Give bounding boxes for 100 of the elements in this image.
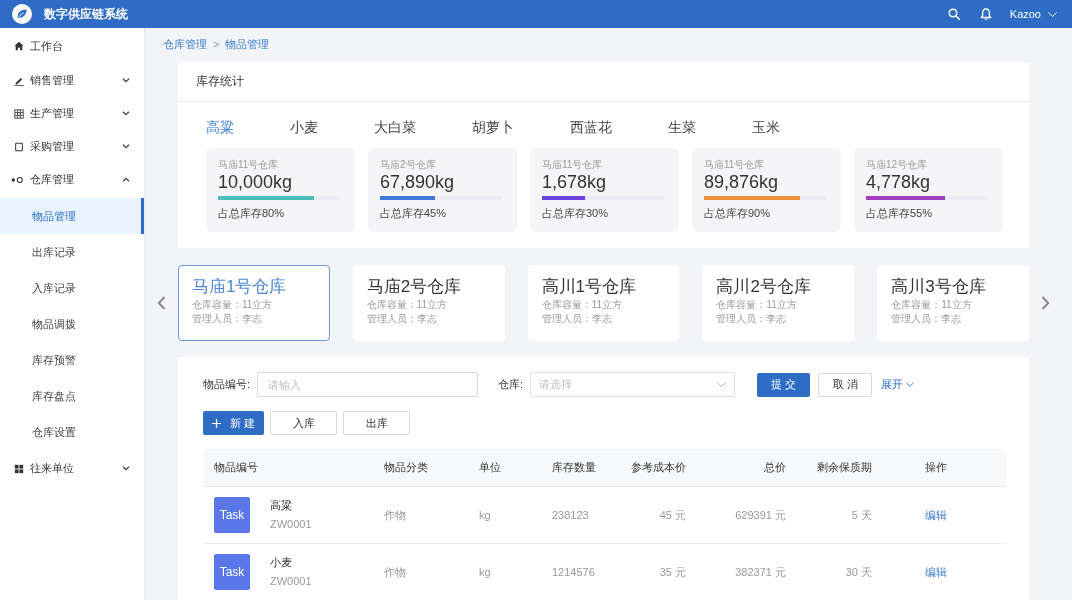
warehouse-card[interactable]: 高川1号仓库 仓库容量：11立方 管理人员：李志 xyxy=(527,265,680,341)
warehouse-name: 马庙2号仓库 xyxy=(366,276,463,298)
cancel-button[interactable]: 取 消 xyxy=(818,372,873,397)
warehouse-capacity: 仓库容量：11立方 xyxy=(192,298,274,312)
chevron-down-icon xyxy=(1048,11,1057,17)
stock-amount: 67,890kg xyxy=(380,171,456,193)
item-name: 高粱 xyxy=(270,499,293,512)
logo-icon xyxy=(12,4,32,24)
warehouse-manager: 管理人员：李志 xyxy=(891,312,963,326)
table-cell: 1214576 xyxy=(552,566,595,578)
table-cell: 30 天 xyxy=(845,565,872,578)
sidebar-item[interactable]: 仓库管理 xyxy=(0,163,144,196)
warehouse-name: 马庙1号仓库 xyxy=(192,276,288,298)
warehouse-card[interactable]: 马庙1号仓库 仓库容量：11立方 管理人员：李志 xyxy=(178,265,330,341)
warehouse-name: 高川3号仓库 xyxy=(891,276,987,298)
submenu-item[interactable]: 库存盘点 xyxy=(0,378,144,414)
warehouse-name: 高川1号仓库 xyxy=(541,276,638,298)
submenu-item[interactable]: 出库记录 xyxy=(0,234,144,270)
crop-tab[interactable]: 高粱 xyxy=(206,118,234,136)
warehouse-name: 高川2号仓库 xyxy=(716,276,812,298)
submenu-item[interactable]: 物品管理 xyxy=(0,198,144,234)
home-icon xyxy=(14,41,24,51)
table-cell: 5 天 xyxy=(851,508,872,521)
submenu-item[interactable]: 仓库设置 xyxy=(0,414,144,450)
warehouse-manager: 管理人员：李志 xyxy=(192,312,263,326)
item-code: ZW0001 xyxy=(270,575,312,588)
edit-link[interactable]: 编辑 xyxy=(925,508,947,521)
warehouse-card[interactable]: 高川2号仓库 仓库容量：11立方 管理人员：李志 xyxy=(702,265,855,341)
column-header: 单位 xyxy=(468,449,541,487)
breadcrumb-link[interactable]: 仓库管理 xyxy=(163,38,207,50)
field-label: 仓库: xyxy=(498,377,524,392)
warehouse-manager: 管理人员：李志 xyxy=(541,312,613,326)
warehouse-label: 马庙11号仓库 xyxy=(218,158,280,171)
column-header: 物品分类 xyxy=(373,449,468,487)
stock-amount: 4,778kg xyxy=(866,171,932,193)
sidebar-item[interactable]: 生产管理 xyxy=(0,97,144,130)
warehouse-label: 马庙12号仓库 xyxy=(866,158,929,171)
pen-icon xyxy=(14,75,24,86)
new-button[interactable]: 新 建 xyxy=(203,411,264,435)
warehouse-label: 马庙2号仓库 xyxy=(380,158,437,171)
stock-share: 占总库存55% xyxy=(866,206,934,220)
breadcrumb-separator: > xyxy=(213,38,220,50)
table-cell: 作物 xyxy=(384,508,406,521)
sidebar-item[interactable]: 往来单位 xyxy=(0,452,144,485)
warehouse-label: 马庙11号仓库 xyxy=(704,158,766,171)
app-title: 数字供应链系统 xyxy=(44,5,128,23)
crop-tab[interactable]: 小麦 xyxy=(290,118,318,136)
table-icon xyxy=(14,108,24,119)
stock-share: 占总库存90% xyxy=(704,206,772,220)
crop-tab[interactable]: 生菜 xyxy=(668,118,696,136)
crop-tab[interactable]: 西蓝花 xyxy=(570,118,612,136)
expand-link[interactable]: 展开 xyxy=(881,377,915,392)
crop-tab[interactable]: 大白菜 xyxy=(374,118,416,136)
crop-tab[interactable]: 玉米 xyxy=(752,118,780,136)
dot-circle-icon xyxy=(11,175,24,184)
table-cell: 238123 xyxy=(552,509,589,521)
crop-tab[interactable]: 胡萝卜 xyxy=(472,118,514,136)
breadcrumb-link[interactable]: 物品管理 xyxy=(225,38,270,50)
action-button[interactable]: 出库 xyxy=(343,411,410,435)
column-header: 总价 xyxy=(697,449,797,487)
chevron-down-icon xyxy=(906,382,915,387)
action-button[interactable]: 入库 xyxy=(270,411,337,435)
chevron-left-icon[interactable] xyxy=(157,296,166,310)
stock-amount: 89,876kg xyxy=(704,171,780,193)
field-label: 物品编号: xyxy=(203,377,251,392)
warehouse-capacity: 仓库容量：11立方 xyxy=(891,298,973,312)
item-tag: Task xyxy=(214,554,250,590)
submenu-item[interactable]: 库存预警 xyxy=(0,342,144,378)
bell-icon[interactable] xyxy=(979,8,992,20)
warehouse-card[interactable]: 高川3号仓库 仓库容量：11立方 管理人员：李志 xyxy=(877,265,1029,341)
sidebar-item[interactable]: 工作台 xyxy=(0,28,144,64)
warehouse-manager: 管理人员：李志 xyxy=(366,312,438,326)
grid-icon xyxy=(14,463,24,474)
table-cell: 629391 元 xyxy=(735,508,786,521)
search-icon[interactable] xyxy=(947,8,960,20)
table-cell: 45 元 xyxy=(659,508,686,521)
sidebar-item[interactable]: 销售管理 xyxy=(0,64,144,97)
warehouse-label: 马庙11号仓库 xyxy=(542,158,604,171)
panel-title: 库存统计 xyxy=(196,73,244,90)
column-header: 参考成本价 xyxy=(610,449,697,487)
item-name: 小麦 xyxy=(270,556,293,569)
submenu-item[interactable]: 入库记录 xyxy=(0,270,144,306)
plus-icon xyxy=(211,418,221,428)
submit-button[interactable]: 提 交 xyxy=(757,372,811,397)
warehouse-capacity: 仓库容量：11立方 xyxy=(541,298,623,312)
chevron-right-icon[interactable] xyxy=(1041,296,1050,310)
stock-amount: 1,678kg xyxy=(542,171,608,193)
edit-link[interactable]: 编辑 xyxy=(925,565,947,578)
warehouse-capacity: 仓库容量：11立方 xyxy=(716,298,798,312)
warehouse-manager: 管理人员：李志 xyxy=(716,312,788,326)
table-cell: kg xyxy=(479,566,491,578)
warehouse-card[interactable]: 马庙2号仓库 仓库容量：11立方 管理人员：李志 xyxy=(352,265,505,341)
submenu-item[interactable]: 物品调拨 xyxy=(0,306,144,342)
stock-share: 占总库存30% xyxy=(542,206,610,220)
stock-share: 占总库存45% xyxy=(380,206,448,220)
column-header: 库存数量 xyxy=(541,449,610,487)
square-icon xyxy=(14,141,24,152)
user-menu[interactable]: Kazoo xyxy=(1009,8,1057,20)
sidebar-item[interactable]: 采购管理 xyxy=(0,130,144,163)
column-header: 操作 xyxy=(883,449,1006,487)
